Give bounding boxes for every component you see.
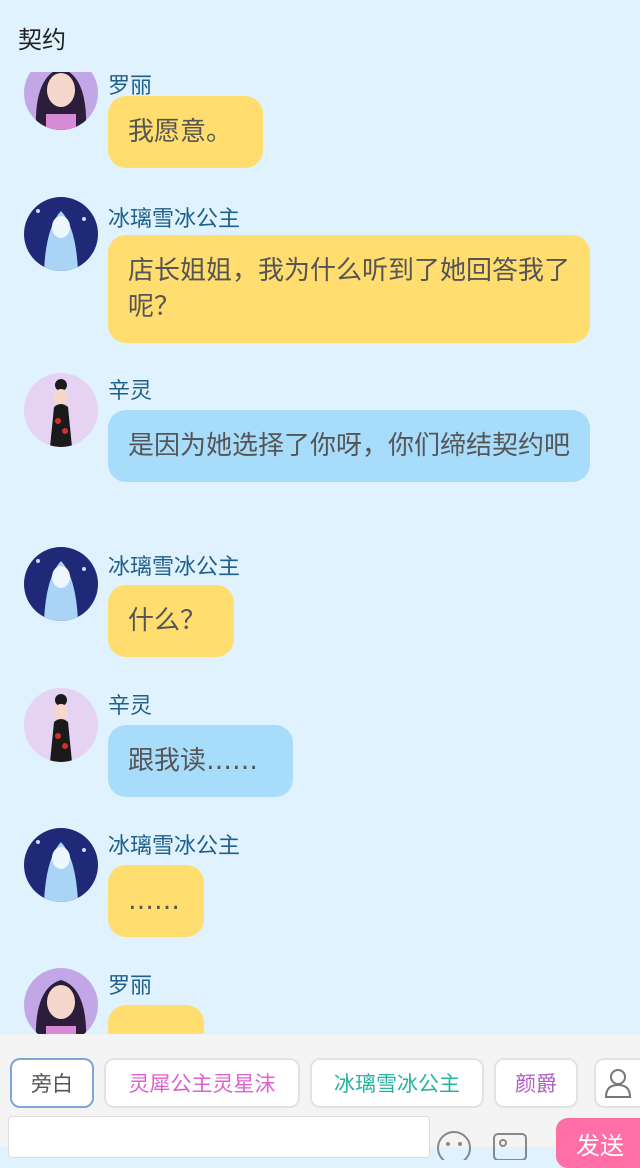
avatar[interactable] — [24, 547, 98, 621]
binglixue-avatar — [24, 197, 98, 271]
sender-name: 辛灵 — [108, 694, 153, 719]
character-chip[interactable]: 颜爵 — [494, 1058, 578, 1108]
binglixue-avatar — [24, 547, 98, 621]
composer-bar: 旁白 灵犀公主灵星沫 冰璃雪冰公主 颜爵 发送 — [0, 1034, 640, 1168]
sender-name: 冰璃雪冰公主 — [108, 834, 241, 859]
character-chip[interactable]: 冰璃雪冰公主 — [310, 1058, 484, 1108]
page-title: 契约 — [18, 26, 66, 54]
avatar[interactable] — [24, 968, 98, 1042]
message-bubble[interactable]: 跟我读…… — [108, 725, 293, 797]
sender-name: 辛灵 — [108, 379, 153, 404]
avatar[interactable] — [24, 373, 98, 447]
message-bubble[interactable]: 什么？ — [108, 585, 234, 657]
top-bar: 契约 — [0, 0, 640, 72]
add-character-button[interactable] — [594, 1058, 640, 1108]
message-bubble[interactable]: …… — [108, 865, 204, 937]
binglixue-avatar — [24, 828, 98, 902]
message-bubble[interactable]: 是因为她选择了你呀，你们缔结契约吧 — [108, 410, 590, 482]
image-button[interactable] — [492, 1130, 528, 1164]
emoji-icon — [437, 1131, 471, 1165]
message-bubble[interactable]: 店长姐姐，我为什么听到了她回答我了呢？ — [108, 235, 590, 343]
message-input[interactable] — [8, 1116, 430, 1158]
xinling-avatar — [24, 688, 98, 762]
avatar[interactable] — [24, 828, 98, 902]
person-icon — [604, 1069, 632, 1098]
message-bubble[interactable]: 我愿意。 — [108, 96, 263, 168]
character-chip[interactable]: 灵犀公主灵星沫 — [104, 1058, 300, 1108]
sender-name: 罗丽 — [108, 974, 153, 999]
avatar[interactable] — [24, 197, 98, 271]
sender-name: 冰璃雪冰公主 — [108, 555, 241, 580]
avatar[interactable] — [24, 688, 98, 762]
xinling-avatar — [24, 373, 98, 447]
character-chip-narration[interactable]: 旁白 — [10, 1058, 94, 1108]
send-button[interactable]: 发送 — [556, 1118, 640, 1168]
emoji-button[interactable] — [436, 1130, 472, 1165]
sender-name: 冰璃雪冰公主 — [108, 207, 241, 232]
luoli-avatar — [24, 968, 98, 1042]
image-icon — [493, 1133, 527, 1161]
